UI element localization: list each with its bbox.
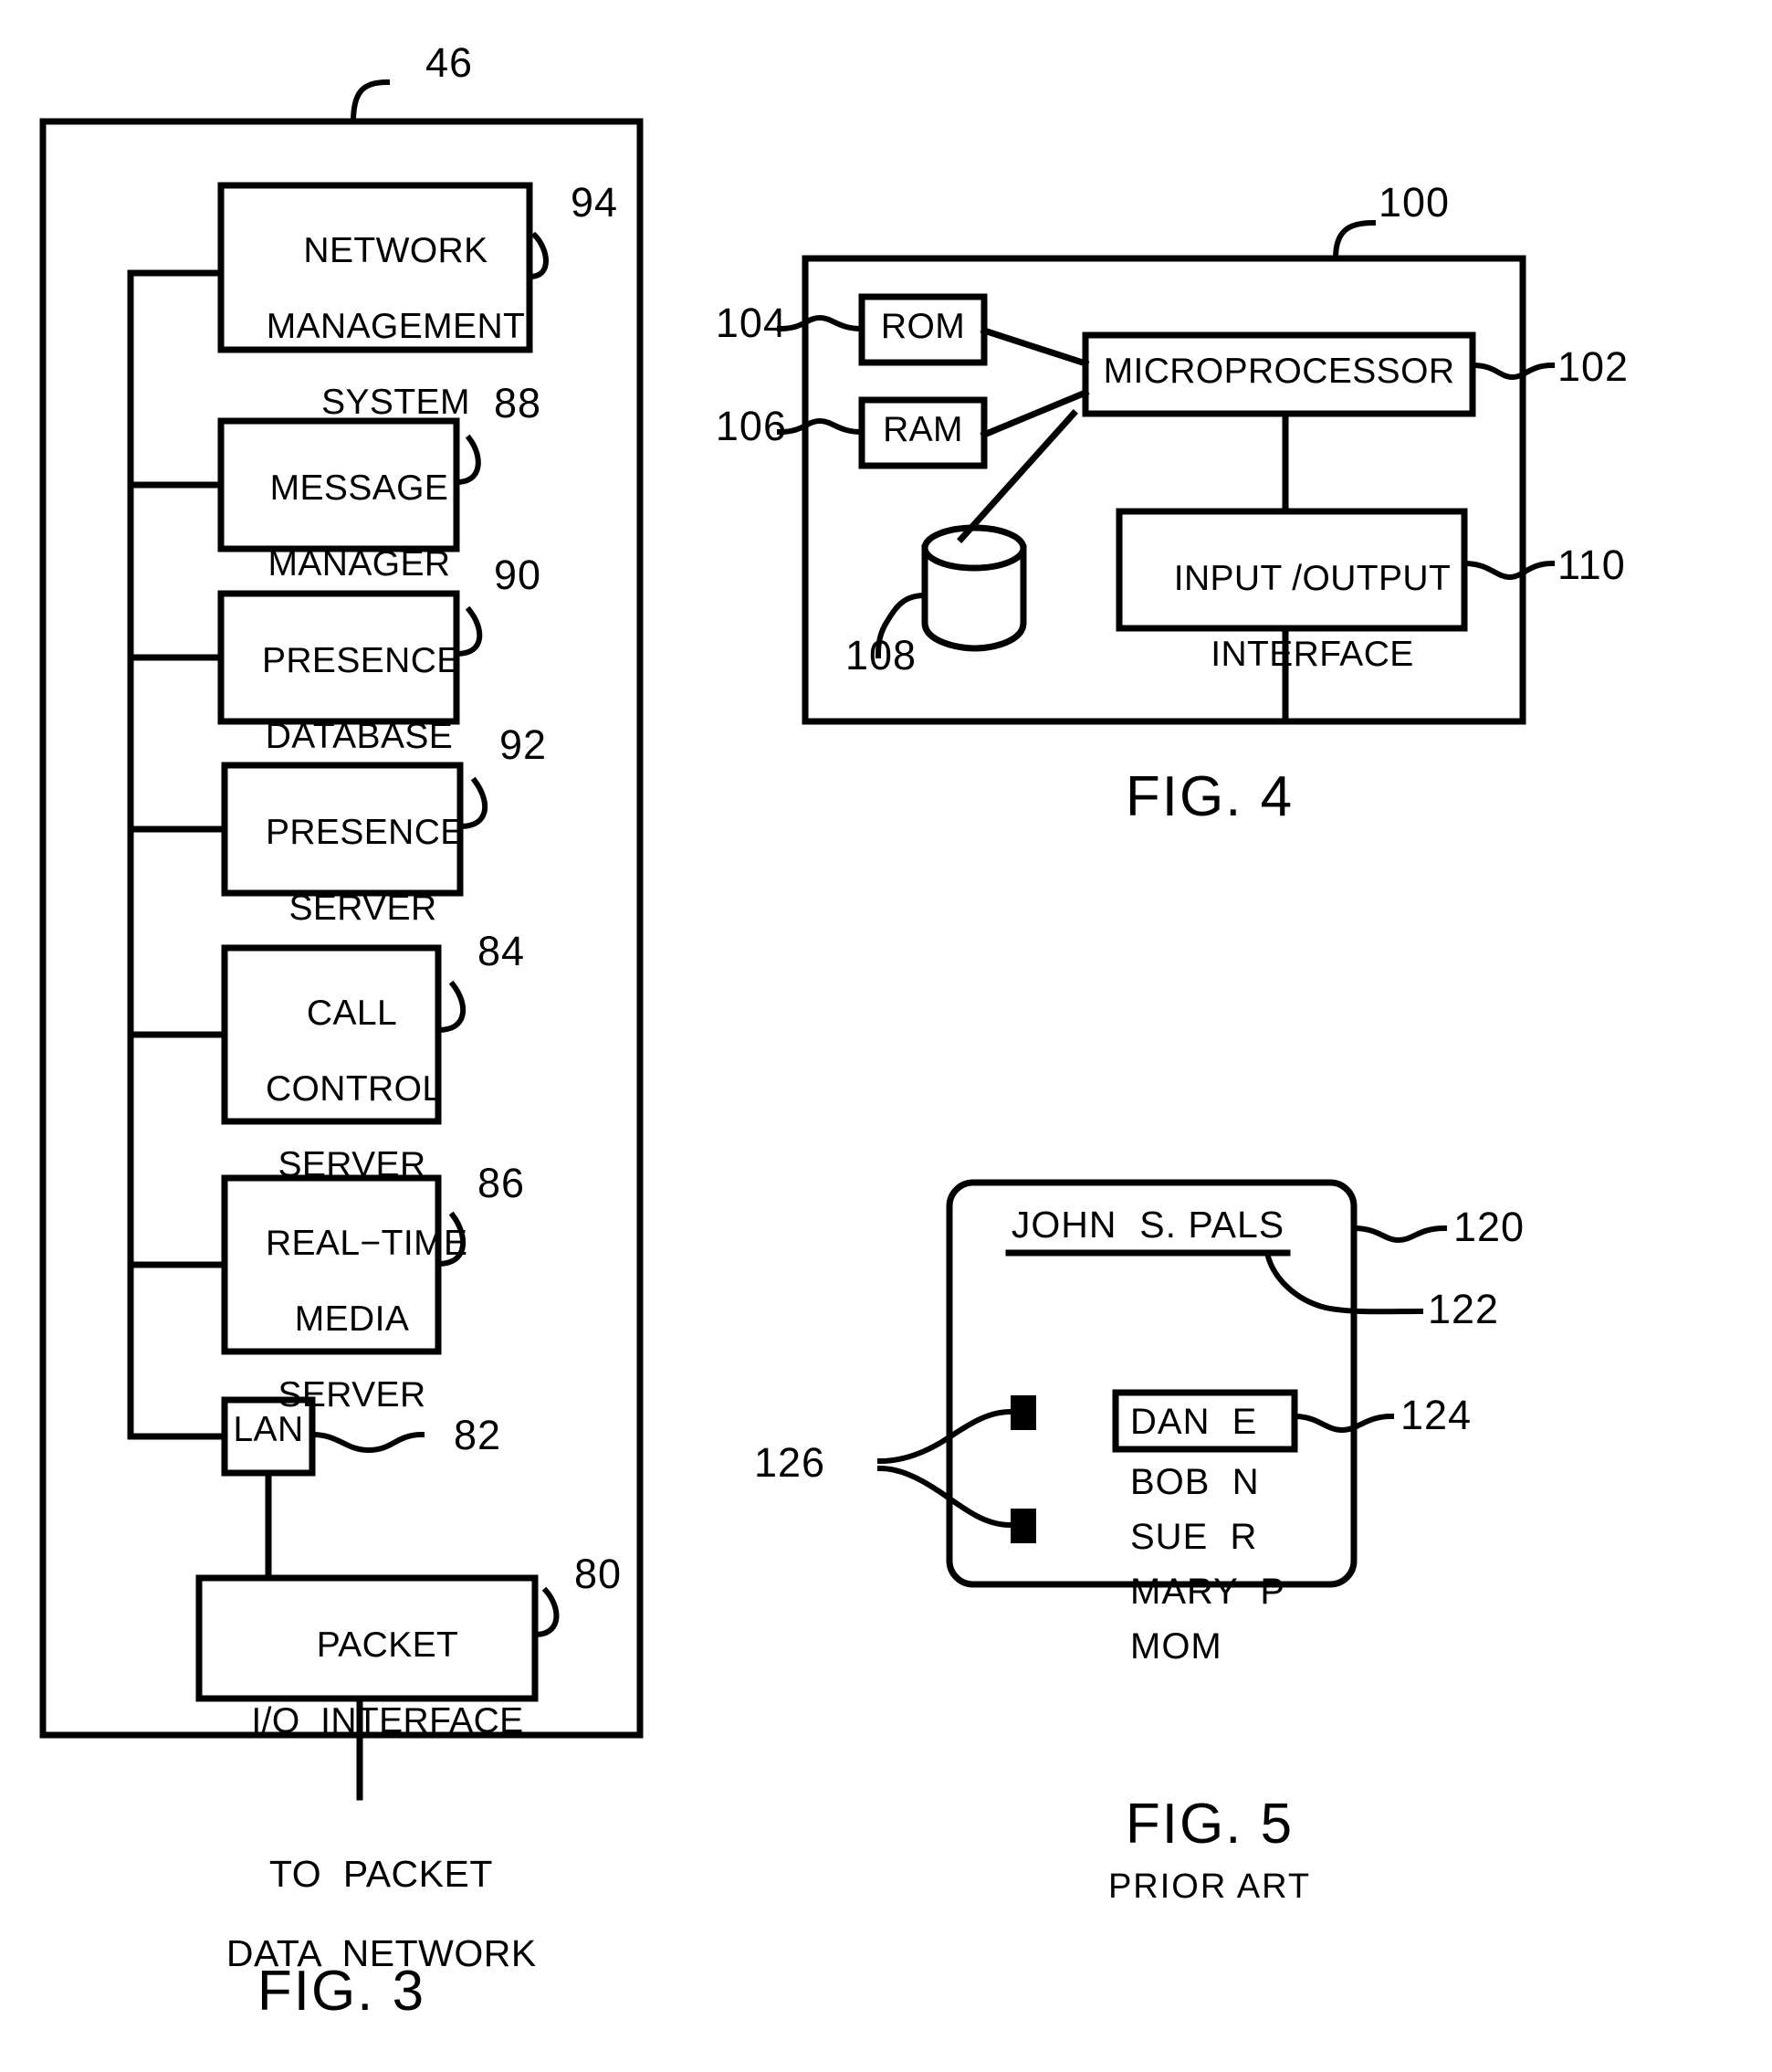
fig3-ref-88: 88 [493, 380, 542, 426]
fig4-leader-106 [776, 417, 865, 436]
fig5-leader-122 [1263, 1249, 1424, 1315]
fig3-leader-80 [531, 1586, 560, 1638]
fig5-buddy-entry[interactable]: BOB N [1130, 1463, 1313, 1502]
fig4-leader-102 [1469, 362, 1556, 381]
fig3-ref-80: 80 [573, 1551, 623, 1597]
fig4-link-rom-cpu [980, 326, 1090, 368]
fig3-ref-92: 92 [498, 721, 548, 768]
fig3-ref-94: 94 [570, 179, 619, 226]
fig3-ref-82: 82 [453, 1412, 502, 1458]
fig4-block-label-cpu: MICROPROCESSOR [1103, 352, 1455, 391]
fig3-ref-90: 90 [493, 552, 542, 598]
fig3-block-label-ccs: CALL CONTROL SERVER [265, 994, 443, 1184]
fig5-ref-124: 124 [1400, 1392, 1473, 1438]
fig4-leader-104 [776, 314, 865, 332]
fig3-ref-46: 46 [425, 39, 474, 86]
fig5-buddy-entry[interactable]: MARY P [1130, 1572, 1331, 1612]
fig5-subcaption: PRIOR ART [1107, 1867, 1312, 1906]
fig5-caption: FIG. 5 [1125, 1793, 1295, 1856]
fig5-leader-126-lower [876, 1465, 1014, 1529]
fig4-ref-108: 108 [844, 632, 917, 678]
fig5-buddy-entry[interactable]: MOM [1130, 1627, 1313, 1667]
fig3-block-label-msg: MESSAGE MANAGER [267, 468, 451, 584]
fig5-ref-120: 120 [1453, 1204, 1526, 1250]
fig4-block-label-io: INPUT /OUTPUT INTERFACE [1173, 559, 1452, 674]
fig5-owner-title: JOHN S. PALS [1011, 1204, 1285, 1246]
fig5-leader-120 [1350, 1225, 1448, 1244]
fig4-caption: FIG. 4 [1125, 765, 1295, 828]
fig3-ref-84: 84 [477, 928, 526, 974]
fig4-ref-104: 104 [715, 300, 787, 346]
fig4-leader-100 [1332, 219, 1377, 262]
fig5-buddy-entry[interactable]: DAN E [1130, 1403, 1313, 1442]
fig3-block-label-lan: LAN [233, 1410, 304, 1449]
patent-drawing-sheet: 46 NETWORK MANAGEMENT SYSTEM 94 MESSAGE … [0, 0, 1772, 2072]
fig3-block-label-pdb: PRESENCE DATABASE [261, 641, 461, 756]
fig4-leader-110 [1461, 560, 1556, 581]
fig4-ref-106: 106 [715, 403, 787, 449]
fig3-caption: FIG. 3 [257, 1960, 426, 2023]
fig5-leader-126-upper [876, 1408, 1014, 1465]
fig3-leader-46 [350, 79, 391, 125]
fig5-status-marker [1011, 1509, 1036, 1543]
fig3-ref-86: 86 [477, 1160, 526, 1206]
fig4-block-label-rom: ROM [880, 307, 966, 346]
fig5-ref-122: 122 [1428, 1286, 1500, 1332]
fig4-block-label-ram: RAM [883, 410, 963, 449]
fig4-ref-110: 110 [1557, 542, 1626, 588]
fig5-status-marker [1011, 1395, 1036, 1430]
fig3-leader-84 [435, 980, 467, 1034]
fig5-buddy-entry[interactable]: SUE R [1130, 1518, 1313, 1557]
fig5-ref-126: 126 [754, 1439, 826, 1486]
fig4-ref-102: 102 [1557, 343, 1630, 390]
fig4-disk-top [921, 524, 1027, 572]
fig3-block-label-psrv: PRESENCE SERVER [265, 813, 465, 928]
fig4-ref-100: 100 [1379, 179, 1451, 226]
fig3-block-label-pio: PACKET I/O INTERFACE [251, 1625, 524, 1741]
